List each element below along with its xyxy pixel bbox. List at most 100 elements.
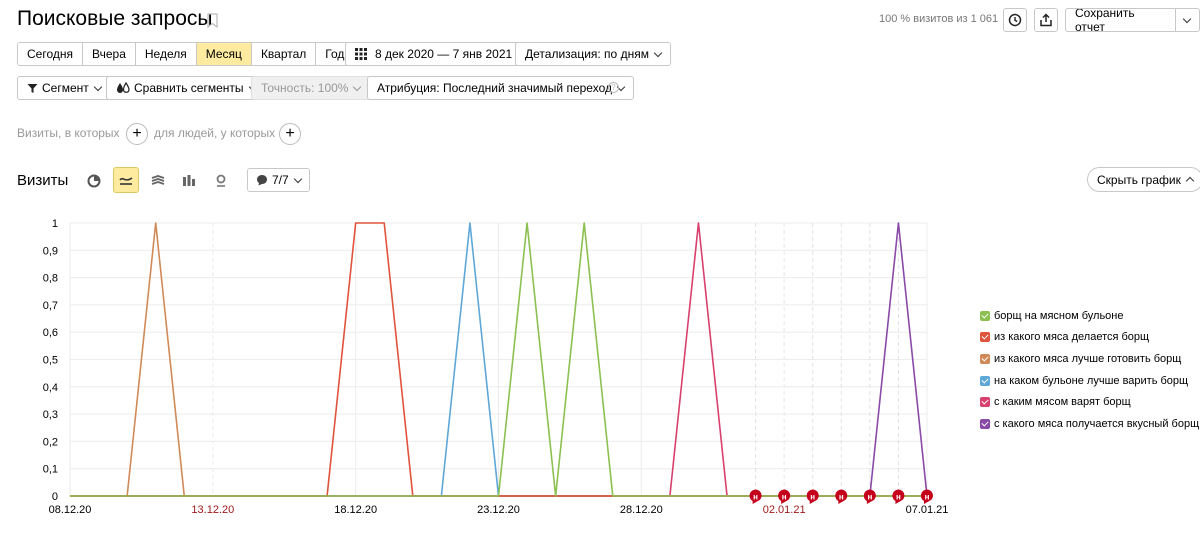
attribution-dropdown[interactable]: Атрибуция: Последний значимый переход: [367, 76, 634, 100]
chart-legend: борщ на мясном бульоне из какого мяса дел…: [980, 305, 1199, 435]
history-button[interactable]: [1003, 8, 1027, 32]
period-option[interactable]: Неделя: [135, 43, 197, 65]
attribution-label: Атрибуция: Последний значимый переход: [377, 81, 612, 95]
period-option[interactable]: Вчера: [83, 43, 136, 65]
holiday-marker-label: н: [753, 493, 758, 502]
legend-item[interactable]: из какого мяса делается борщ: [980, 327, 1199, 349]
share-icon: [1040, 13, 1052, 27]
legend-checkbox[interactable]: [980, 418, 990, 429]
bar-chart-icon: [183, 175, 195, 186]
pie-chart-icon: [87, 174, 101, 188]
period-option[interactable]: Сегодня: [18, 43, 83, 65]
line-chart-icon: [119, 177, 133, 185]
chevron-down-icon: [93, 82, 103, 91]
detail-dropdown[interactable]: Детализация: по дням: [515, 42, 671, 66]
y-tick-label: 0,6: [43, 327, 58, 339]
legend-checkbox[interactable]: [980, 332, 990, 343]
visits-info: 100 % визитов из 1 061: [879, 13, 999, 25]
y-tick-label: 0,8: [43, 273, 58, 285]
legend-checkbox[interactable]: [980, 310, 990, 321]
save-report-button[interactable]: Сохранить отчет: [1066, 9, 1176, 31]
legend-item[interactable]: на каком бульоне лучше варить борщ: [980, 370, 1199, 392]
y-tick-label: 0,5: [43, 355, 58, 367]
y-tick-label: 0,1: [43, 464, 58, 476]
compare-segments-dropdown[interactable]: Сравнить сегменты: [106, 76, 266, 100]
holiday-marker-label: н: [782, 493, 787, 502]
holiday-marker-label: н: [867, 493, 872, 502]
y-tick-label: 0,3: [43, 409, 58, 421]
hide-chart-button[interactable]: Скрыть график: [1087, 167, 1200, 192]
plus-icon: +: [285, 125, 295, 142]
legend-item[interactable]: из какого мяса лучше готовить борщ: [980, 348, 1199, 370]
visits-line-chart: 0 0,1 0,2 0,3 0,4 0,5 0,6 0,7 0,8 0,9 1 08.12.20 13.…: [43, 218, 949, 516]
legend-item[interactable]: борщ на мясном бульоне: [980, 305, 1199, 327]
chevron-down-icon: [353, 82, 362, 91]
chevron-down-icon: [653, 48, 663, 57]
bar-chart-button[interactable]: [176, 168, 202, 194]
y-tick-label: 0: [52, 491, 58, 503]
x-tick-label: 18.12.20: [334, 504, 377, 516]
help-icon[interactable]: ?: [608, 82, 619, 93]
pie-chart-button[interactable]: [81, 168, 107, 194]
legend-label: с каким мясом варят борщ: [994, 396, 1131, 409]
y-tick-label: 0,4: [43, 382, 58, 394]
annotations-dropdown[interactable]: 7/7: [247, 168, 310, 192]
period-option[interactable]: Месяц: [196, 43, 252, 65]
add-people-condition-button[interactable]: +: [279, 123, 301, 145]
y-tick-label: 0,2: [43, 436, 58, 448]
bookmark-icon[interactable]: [207, 13, 218, 28]
x-tick-label: 08.12.20: [49, 504, 92, 516]
compare-segments-label: Сравнить сегменты: [134, 81, 244, 95]
legend-label: с какого мяса получается вкусный борщ: [994, 417, 1200, 430]
holiday-marker-label: н: [896, 493, 901, 502]
chevron-down-icon: [293, 174, 302, 183]
holiday-marker-label: н: [810, 493, 815, 502]
period-option[interactable]: Квартал: [251, 43, 317, 65]
x-tick-label: 02.01.21: [763, 504, 806, 516]
export-button[interactable]: [1034, 8, 1058, 32]
legend-checkbox[interactable]: [980, 397, 990, 408]
people-condition-label: для людей, у которых: [154, 126, 276, 140]
legend-label: борщ на мясном бульоне: [994, 309, 1124, 322]
detail-label: Детализация: по дням: [525, 47, 649, 61]
date-range-picker[interactable]: 8 дек 2020 — 7 янв 2021: [345, 42, 523, 66]
line-chart-button[interactable]: [113, 167, 139, 193]
visits-condition-label: Визиты, в которых: [17, 126, 120, 140]
chevron-down-icon: [1183, 14, 1192, 23]
legend-item[interactable]: с какого мяса получается вкусный борщ: [980, 413, 1199, 435]
legend-checkbox[interactable]: [980, 353, 990, 364]
chart-title: Визиты: [17, 172, 69, 189]
legend-checkbox[interactable]: [980, 375, 990, 386]
segment-label: Сегмент: [42, 81, 89, 95]
map-chart-button[interactable]: [208, 168, 234, 194]
hide-chart-label: Скрыть график: [1097, 172, 1181, 187]
legend-label: из какого мяса делается борщ: [994, 331, 1150, 344]
map-pin-icon: [216, 174, 226, 187]
save-report-dropdown[interactable]: [1176, 9, 1199, 31]
x-tick-label: 23.12.20: [477, 504, 520, 516]
area-chart-icon: [151, 175, 165, 185]
save-report-group: Сохранить отчет: [1065, 8, 1200, 32]
legend-label: из какого мяса лучше готовить борщ: [994, 352, 1182, 365]
calendar-icon: [355, 48, 367, 60]
page-title: Поисковые запросы: [17, 7, 213, 30]
legend-item[interactable]: с каким мясом варят борщ: [980, 391, 1199, 413]
legend-label: на каком бульоне лучше варить борщ: [994, 374, 1189, 387]
period-selector: Сегодня Вчера Неделя Месяц Квартал Год: [17, 42, 355, 66]
x-tick-label: 07.01.21: [906, 504, 949, 516]
accuracy-label: Точность: 100%: [261, 81, 349, 95]
drops-icon: [117, 82, 130, 93]
date-range-label: 8 дек 2020 — 7 янв 2021: [375, 47, 513, 61]
y-tick-label: 0,9: [43, 245, 58, 257]
y-tick-label: 0,7: [43, 300, 58, 312]
y-tick-label: 1: [52, 218, 58, 230]
x-tick-label: 13.12.20: [191, 504, 234, 516]
x-tick-label: 28.12.20: [620, 504, 663, 516]
clock-icon: [1008, 13, 1022, 27]
area-chart-button[interactable]: [145, 168, 171, 194]
comment-icon: [257, 175, 267, 186]
holiday-marker-label: н: [839, 493, 844, 502]
add-visit-condition-button[interactable]: +: [126, 123, 148, 145]
segment-dropdown[interactable]: Сегмент: [17, 76, 111, 100]
accuracy-dropdown: Точность: 100%: [251, 76, 371, 100]
